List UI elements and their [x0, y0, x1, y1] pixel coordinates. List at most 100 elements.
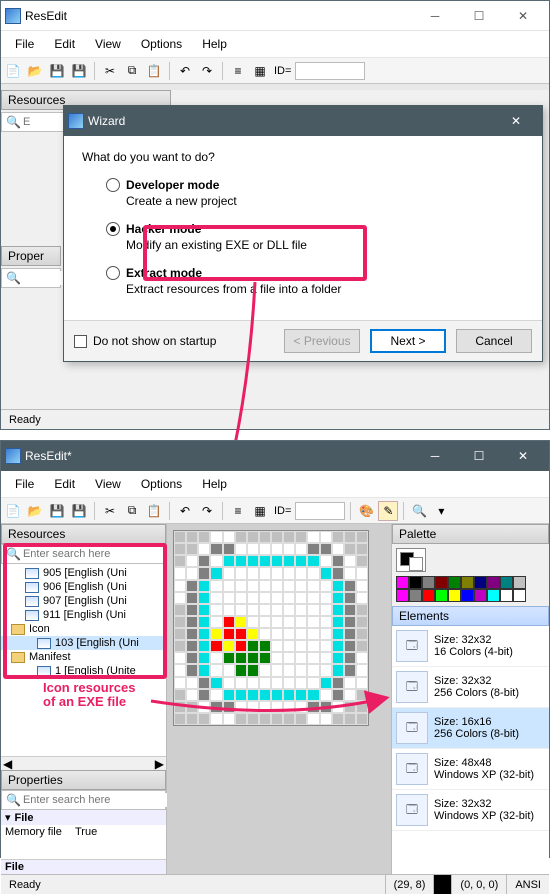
menu-view[interactable]: View: [85, 33, 131, 55]
menu-help[interactable]: Help: [192, 473, 237, 495]
list-icon[interactable]: ≡: [228, 501, 248, 521]
element-row[interactable]: 🗔Size: 32x32Windows XP (32-bit): [392, 790, 549, 831]
element-row[interactable]: 🗔Size: 16x16256 Colors (8-bit): [392, 708, 549, 749]
tree-item[interactable]: 103 [English (Uni: [1, 636, 166, 650]
resource-tree[interactable]: 905 [English (Uni906 [English (Uni907 [E…: [1, 564, 166, 756]
radio-hacker-mode[interactable]: Hacker mode: [106, 222, 524, 236]
palette-color[interactable]: [409, 589, 422, 602]
tree-item[interactable]: 1 [English (Unite: [1, 664, 166, 678]
menu-edit[interactable]: Edit: [44, 473, 85, 495]
close-button[interactable]: ✕: [501, 2, 545, 30]
palette-color[interactable]: [500, 589, 513, 602]
close-button[interactable]: ✕: [501, 442, 545, 470]
palette-color[interactable]: [435, 576, 448, 589]
palette-color[interactable]: [448, 589, 461, 602]
element-row[interactable]: 🗔Size: 48x48Windows XP (32-bit): [392, 749, 549, 790]
save-all-icon[interactable]: 💾: [69, 61, 89, 81]
new-file-icon[interactable]: 📄: [3, 501, 23, 521]
tree-item[interactable]: 906 [English (Uni: [1, 580, 166, 594]
palette-color[interactable]: [435, 589, 448, 602]
save-icon[interactable]: 💾: [47, 501, 67, 521]
minimize-button[interactable]: ─: [413, 2, 457, 30]
palette-tool-icon[interactable]: 🎨: [356, 501, 376, 521]
properties-search[interactable]: 🔍: [1, 790, 166, 810]
zoom-icon[interactable]: 🔍: [409, 501, 429, 521]
menu-options[interactable]: Options: [131, 33, 192, 55]
next-button[interactable]: Next >: [370, 329, 446, 353]
save-icon[interactable]: 💾: [47, 61, 67, 81]
paste-icon[interactable]: 📋: [144, 501, 164, 521]
new-file-icon[interactable]: 📄: [3, 61, 23, 81]
previous-button[interactable]: < Previous: [284, 329, 360, 353]
save-all-icon[interactable]: 💾: [69, 501, 89, 521]
paste-icon[interactable]: 📋: [144, 61, 164, 81]
palette-color[interactable]: [474, 589, 487, 602]
open-folder-icon[interactable]: 📂: [25, 61, 45, 81]
bottom-titlebar[interactable]: ResEdit* ─ ☐ ✕: [1, 441, 549, 471]
pixel-editor-canvas[interactable]: [173, 530, 369, 726]
pencil-tool-icon[interactable]: ✎: [378, 501, 398, 521]
menu-file[interactable]: File: [5, 33, 44, 55]
search-input[interactable]: [21, 547, 167, 561]
redo-icon[interactable]: ↷: [197, 501, 217, 521]
maximize-button[interactable]: ☐: [457, 442, 501, 470]
cut-icon[interactable]: ✂: [100, 501, 120, 521]
wizard-titlebar[interactable]: Wizard ✕: [64, 106, 542, 136]
palette-color[interactable]: [409, 576, 422, 589]
wizard-close-button[interactable]: ✕: [494, 107, 538, 135]
id-field[interactable]: [295, 62, 365, 80]
tree-folder[interactable]: Icon: [1, 622, 166, 636]
palette-color[interactable]: [513, 576, 526, 589]
radio-developer-mode[interactable]: Developer mode: [106, 178, 524, 192]
top-titlebar[interactable]: ResEdit ─ ☐ ✕: [1, 1, 549, 31]
copy-icon[interactable]: ⧉: [122, 501, 142, 521]
prop-search-input[interactable]: [21, 793, 167, 807]
palette-color[interactable]: [448, 576, 461, 589]
palette-color[interactable]: [461, 589, 474, 602]
grid-icon[interactable]: ▦: [250, 61, 270, 81]
grid-icon[interactable]: ▦: [250, 501, 270, 521]
elements-list[interactable]: 🗔Size: 32x3216 Colors (4-bit)🗔Size: 32x3…: [392, 626, 549, 874]
scroll-left-icon[interactable]: ◀: [1, 757, 84, 770]
tree-item[interactable]: 905 [English (Uni: [1, 566, 166, 580]
palette-color[interactable]: [487, 576, 500, 589]
element-row[interactable]: 🗔Size: 32x3216 Colors (4-bit): [392, 626, 549, 667]
menu-help[interactable]: Help: [192, 33, 237, 55]
dropdown-icon[interactable]: ▾: [431, 501, 451, 521]
palette-color[interactable]: [396, 576, 409, 589]
menu-edit[interactable]: Edit: [44, 33, 85, 55]
palette-color[interactable]: [474, 576, 487, 589]
cut-icon[interactable]: ✂: [100, 61, 120, 81]
copy-icon[interactable]: ⧉: [122, 61, 142, 81]
radio-extract-mode[interactable]: Extract mode: [106, 266, 524, 280]
undo-icon[interactable]: ↶: [175, 61, 195, 81]
menu-file[interactable]: File: [5, 473, 44, 495]
tree-item[interactable]: 911 [English (Uni: [1, 608, 166, 622]
maximize-button[interactable]: ☐: [457, 2, 501, 30]
resources-search[interactable]: 🔍: [1, 544, 166, 564]
palette-color[interactable]: [487, 589, 500, 602]
palette-color[interactable]: [422, 589, 435, 602]
list-icon[interactable]: ≡: [228, 61, 248, 81]
color-swatch[interactable]: [396, 548, 426, 572]
scroll-right-icon[interactable]: ▶: [84, 757, 167, 770]
menu-view[interactable]: View: [85, 473, 131, 495]
palette-color[interactable]: [500, 576, 513, 589]
dont-show-checkbox[interactable]: Do not show on startup: [74, 334, 216, 348]
tree-item[interactable]: 907 [English (Uni: [1, 594, 166, 608]
open-folder-icon[interactable]: 📂: [25, 501, 45, 521]
element-row[interactable]: 🗔Size: 32x32256 Colors (8-bit): [392, 667, 549, 708]
property-group[interactable]: ▾ File: [1, 810, 166, 825]
palette-color[interactable]: [422, 576, 435, 589]
redo-icon[interactable]: ↷: [197, 61, 217, 81]
minimize-button[interactable]: ─: [413, 442, 457, 470]
menu-options[interactable]: Options: [131, 473, 192, 495]
properties-search[interactable]: 🔍: [1, 268, 61, 288]
palette-color[interactable]: [396, 589, 409, 602]
cancel-button[interactable]: Cancel: [456, 329, 532, 353]
undo-icon[interactable]: ↶: [175, 501, 195, 521]
tree-folder[interactable]: Manifest: [1, 650, 166, 664]
palette-color[interactable]: [461, 576, 474, 589]
palette-color[interactable]: [513, 589, 526, 602]
id-field[interactable]: [295, 502, 345, 520]
